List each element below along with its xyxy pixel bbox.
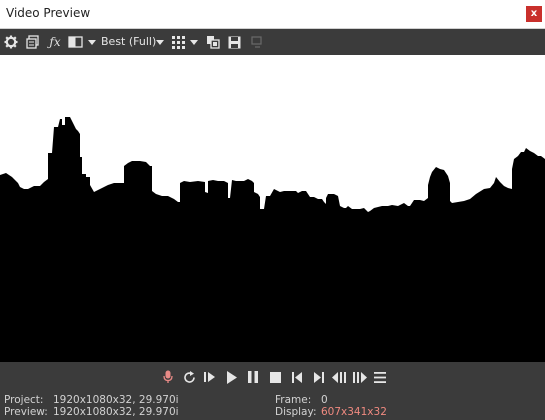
copy-snapshot-icon[interactable] xyxy=(206,34,220,50)
stop-icon[interactable] xyxy=(268,370,282,384)
preview-toolbar: ƒx Best (Full) xyxy=(0,29,545,55)
frame-value: 0 xyxy=(321,394,328,406)
fx-icon[interactable]: ƒx xyxy=(48,34,62,50)
previous-frame-icon[interactable] xyxy=(290,370,304,384)
external-monitor-icon[interactable] xyxy=(250,34,264,50)
play-icon[interactable] xyxy=(225,370,239,384)
chevron-down-icon[interactable] xyxy=(155,34,165,50)
grid-dropdown-icon[interactable] xyxy=(189,34,199,50)
project-label: Project: xyxy=(4,394,44,406)
split-screen-icon[interactable] xyxy=(68,34,84,50)
display-value: 607x341x32 xyxy=(321,406,387,418)
project-value: 1920x1080x32, 29.970i xyxy=(53,394,179,406)
preview-label: Preview: xyxy=(4,406,48,418)
transport-bar xyxy=(0,362,545,392)
window-title: Video Preview xyxy=(6,6,91,20)
skyline-silhouette-image xyxy=(0,117,545,362)
menu-icon[interactable] xyxy=(373,370,387,384)
preview-value: 1920x1080x32, 29.970i xyxy=(53,406,179,418)
close-button[interactable]: x xyxy=(526,6,542,22)
play-from-start-icon[interactable] xyxy=(203,370,217,384)
step-back-icon[interactable] xyxy=(332,370,346,384)
step-forward-icon[interactable] xyxy=(353,370,367,384)
save-snapshot-icon[interactable] xyxy=(227,34,241,50)
copy-icon[interactable] xyxy=(26,34,40,50)
loop-icon[interactable] xyxy=(182,370,196,384)
video-preview-frame[interactable] xyxy=(0,55,545,362)
display-label: Display: xyxy=(275,406,317,418)
title-bar: Video Preview x xyxy=(0,0,545,29)
frame-label: Frame: xyxy=(275,394,312,406)
next-frame-icon[interactable] xyxy=(311,370,325,384)
pause-icon[interactable] xyxy=(246,370,260,384)
grid-icon[interactable] xyxy=(171,34,185,50)
split-screen-dropdown-icon[interactable] xyxy=(87,34,97,50)
quality-dropdown[interactable]: Best (Full) xyxy=(101,35,156,48)
status-panel: Project: 1920x1080x32, 29.970i Preview: … xyxy=(0,392,545,420)
record-icon[interactable] xyxy=(161,370,175,384)
gear-icon[interactable] xyxy=(4,34,18,50)
